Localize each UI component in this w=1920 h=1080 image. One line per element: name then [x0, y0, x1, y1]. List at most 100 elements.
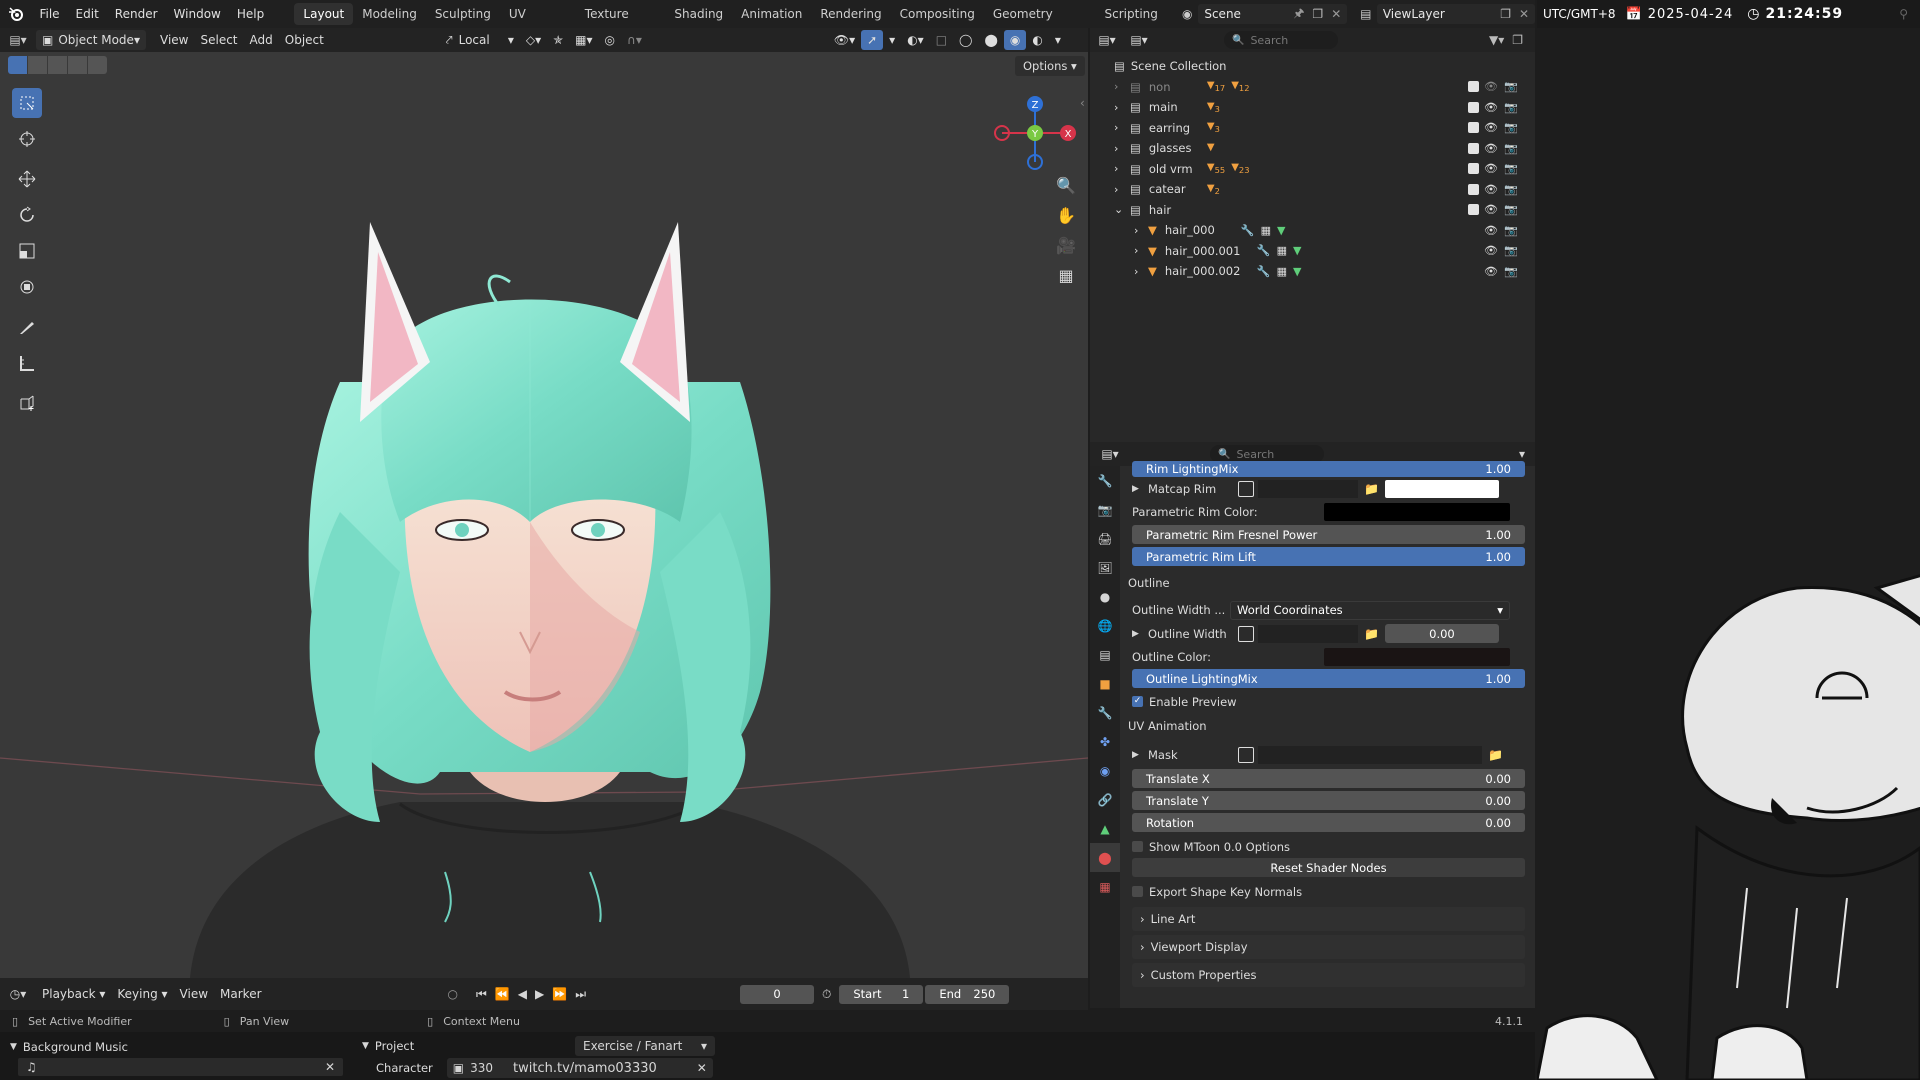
viewlayer-icon[interactable]: ▤ — [1355, 7, 1377, 21]
pin-icon[interactable]: 🖈 — [1293, 4, 1304, 25]
blender-logo-icon[interactable] — [0, 0, 31, 28]
navigation-gizmo[interactable]: Z Y X — [990, 88, 1080, 178]
menu-edit[interactable]: Edit — [68, 0, 107, 28]
render-camera-icon[interactable]: 📷 — [1504, 203, 1518, 216]
tab-shading[interactable]: Shading — [665, 3, 732, 25]
3d-viewport[interactable]: Z Y X Options ▾ ‹ 🔍 ✋ 🎥 ▦ — [0, 52, 1088, 978]
outliner-search[interactable]: 🔍 Search — [1224, 31, 1338, 49]
eye-icon[interactable]: 👁 — [1484, 80, 1498, 93]
scene-collection-row[interactable]: ▤ Scene Collection — [1090, 56, 1535, 77]
jump-end-icon[interactable]: ⏭ — [575, 987, 586, 1002]
physics-tab-icon[interactable]: ◉ — [1090, 756, 1120, 785]
expand-arrow-icon[interactable]: ▶ — [1132, 629, 1148, 639]
translate-x-field[interactable]: Translate X 0.00 — [1132, 769, 1525, 788]
shading-wireframe-icon[interactable]: ◯ — [953, 30, 978, 50]
translate-y-field[interactable]: Translate Y 0.00 — [1132, 791, 1525, 810]
panel-viewport-display[interactable]: › Viewport Display — [1132, 935, 1525, 959]
eye-icon[interactable]: 👁 — [1484, 244, 1498, 257]
outliner-collection-non[interactable]: › ▤ non ▼17 ▼12 👁 📷 — [1090, 77, 1535, 98]
collapse-arrow-icon[interactable]: ‹ — [1080, 96, 1085, 110]
shading-rendered-icon[interactable]: ◐ — [1026, 30, 1048, 50]
texture-slot[interactable] — [1258, 624, 1358, 643]
proportional-edit-icon[interactable]: ◎ — [599, 30, 621, 50]
image-icon[interactable] — [1238, 625, 1254, 642]
outline-lighting-mix-slider[interactable]: Outline LightingMix 1.00 — [1132, 669, 1525, 688]
parametric-rim-lift-slider[interactable]: Parametric Rim Lift 1.00 — [1132, 547, 1525, 566]
exclude-checkbox[interactable] — [1468, 183, 1479, 195]
texture-tab-icon[interactable]: ▦ — [1090, 872, 1120, 901]
folder-icon[interactable]: 📁 — [1488, 748, 1503, 762]
parametric-rim-color-swatch[interactable] — [1324, 502, 1510, 521]
chevron-right-icon[interactable]: › — [1114, 183, 1130, 196]
export-shape-row[interactable]: Export Shape Key Normals — [1132, 880, 1525, 903]
outline-width-mode-dropdown[interactable]: World Coordinates ▾ — [1230, 600, 1510, 620]
output-tab-icon[interactable]: 🖨 — [1090, 524, 1120, 553]
exclude-checkbox[interactable] — [1468, 122, 1479, 134]
tab-texture-paint[interactable]: Texture Paint — [576, 3, 666, 43]
outliner-object-row[interactable]: › ▼ hair_000.001 🔧 ▦ ▼ 👁 📷 — [1090, 241, 1535, 262]
menu-view[interactable]: View — [154, 30, 194, 50]
outliner-editor-icon[interactable]: ▤▾ — [1090, 33, 1124, 47]
outliner-object-row[interactable]: › ▼ hair_000.002 🔧 ▦ ▼ 👁 📷 — [1090, 261, 1535, 282]
end-frame-field[interactable]: End 250 — [925, 984, 1010, 1004]
stopwatch-icon[interactable]: ⏱ — [822, 987, 831, 1002]
tab-sculpting[interactable]: Sculpting — [426, 3, 500, 25]
outliner-object-row[interactable]: › ▼ hair_000 🔧 ▦ ▼ 👁 📷 — [1090, 220, 1535, 241]
viewlayer-selector[interactable]: ViewLayer ❐ ✕ — [1376, 4, 1536, 24]
exclude-checkbox[interactable] — [1468, 163, 1479, 175]
camera-icon[interactable]: 🎥 — [1052, 236, 1080, 266]
rotation-field[interactable]: Rotation 0.00 — [1132, 813, 1525, 832]
outline-width-value[interactable]: 0.00 — [1384, 624, 1499, 643]
folder-icon[interactable]: 📁 — [1364, 482, 1379, 496]
eye-icon[interactable]: 👁 — [1484, 121, 1498, 134]
shading-material-icon[interactable]: ◉ — [1003, 30, 1027, 50]
record-icon[interactable]: ○ — [448, 987, 458, 1001]
xray-icon[interactable]: □ — [930, 30, 953, 50]
collection-tab-icon[interactable]: ▤ — [1090, 640, 1120, 669]
music-field[interactable]: ♫ ✕ — [18, 1058, 343, 1076]
panel-line-art[interactable]: › Line Art — [1132, 907, 1525, 931]
chevron-down-icon[interactable]: ⌄ — [1114, 203, 1130, 216]
expand-arrow-icon[interactable]: ▶ — [1132, 484, 1148, 494]
eye-icon[interactable]: 👁 — [1484, 224, 1498, 237]
timeline-editor-icon[interactable]: ◷▾ — [0, 987, 36, 1001]
tab-layout[interactable]: Layout — [294, 3, 354, 25]
panel-custom-properties[interactable]: › Custom Properties — [1132, 963, 1525, 987]
matcap-rim-color-swatch[interactable] — [1384, 479, 1499, 498]
pan-hand-icon[interactable]: ✋ — [1052, 206, 1080, 236]
exclude-checkbox[interactable] — [1468, 101, 1479, 113]
chevron-down-icon[interactable]: ▾ — [1519, 447, 1525, 461]
menu-help[interactable]: Help — [229, 0, 272, 28]
tool-tab-icon[interactable]: 🔧 — [1090, 466, 1120, 495]
outliner-collection-hair[interactable]: ⌄ ▤ hair 👁 📷 — [1090, 200, 1535, 221]
outliner-collection-main[interactable]: › ▤ main ▼3 👁 📷 — [1090, 97, 1535, 118]
visibility-icon[interactable]: 👁▾ — [828, 30, 861, 50]
render-camera-icon[interactable]: 📷 — [1504, 121, 1518, 134]
chevron-right-icon[interactable]: › — [1114, 121, 1130, 134]
chevron-right-icon[interactable]: › — [1114, 80, 1130, 93]
render-camera-icon[interactable]: 📷 — [1504, 244, 1518, 257]
new-viewlayer-icon[interactable]: ❐ — [1500, 7, 1511, 21]
menu-object[interactable]: Object — [279, 30, 330, 50]
shading-dropdown-icon[interactable]: ▾ — [1049, 30, 1067, 50]
eye-icon[interactable]: 👁 — [1484, 101, 1498, 114]
overlay-icon[interactable]: ◐▾ — [901, 30, 930, 50]
grid-icon[interactable]: ▦ — [1052, 266, 1080, 296]
mode-selector[interactable]: ▣ Object Mode ▾ — [36, 30, 146, 50]
image-icon[interactable] — [1238, 480, 1254, 497]
rim-lighting-mix-slider[interactable]: Rim LightingMix 1.00 — [1132, 461, 1525, 477]
material-tab-icon[interactable]: ⬤ — [1090, 843, 1120, 872]
gizmo-dropdown-icon[interactable]: ▾ — [883, 30, 901, 50]
background-music-header[interactable]: ▼ Background Music — [10, 1038, 350, 1056]
scene-icon[interactable]: ◉ — [1176, 7, 1198, 21]
new-scene-icon[interactable]: ❐ — [1312, 7, 1323, 21]
chevron-right-icon[interactable]: › — [1134, 224, 1148, 237]
texture-slot[interactable] — [1258, 479, 1358, 498]
tab-geometry-nodes[interactable]: Geometry Nodes — [984, 3, 1096, 43]
mask-texture-slot[interactable] — [1258, 746, 1482, 764]
world-tab-icon[interactable]: 🌐 — [1090, 611, 1120, 640]
snap-target-icon[interactable]: ▦▾ — [569, 30, 598, 50]
eye-icon[interactable]: 👁 — [1484, 183, 1498, 196]
expand-arrow-icon[interactable]: ▶ — [1132, 750, 1148, 760]
exclude-checkbox[interactable] — [1468, 142, 1479, 154]
